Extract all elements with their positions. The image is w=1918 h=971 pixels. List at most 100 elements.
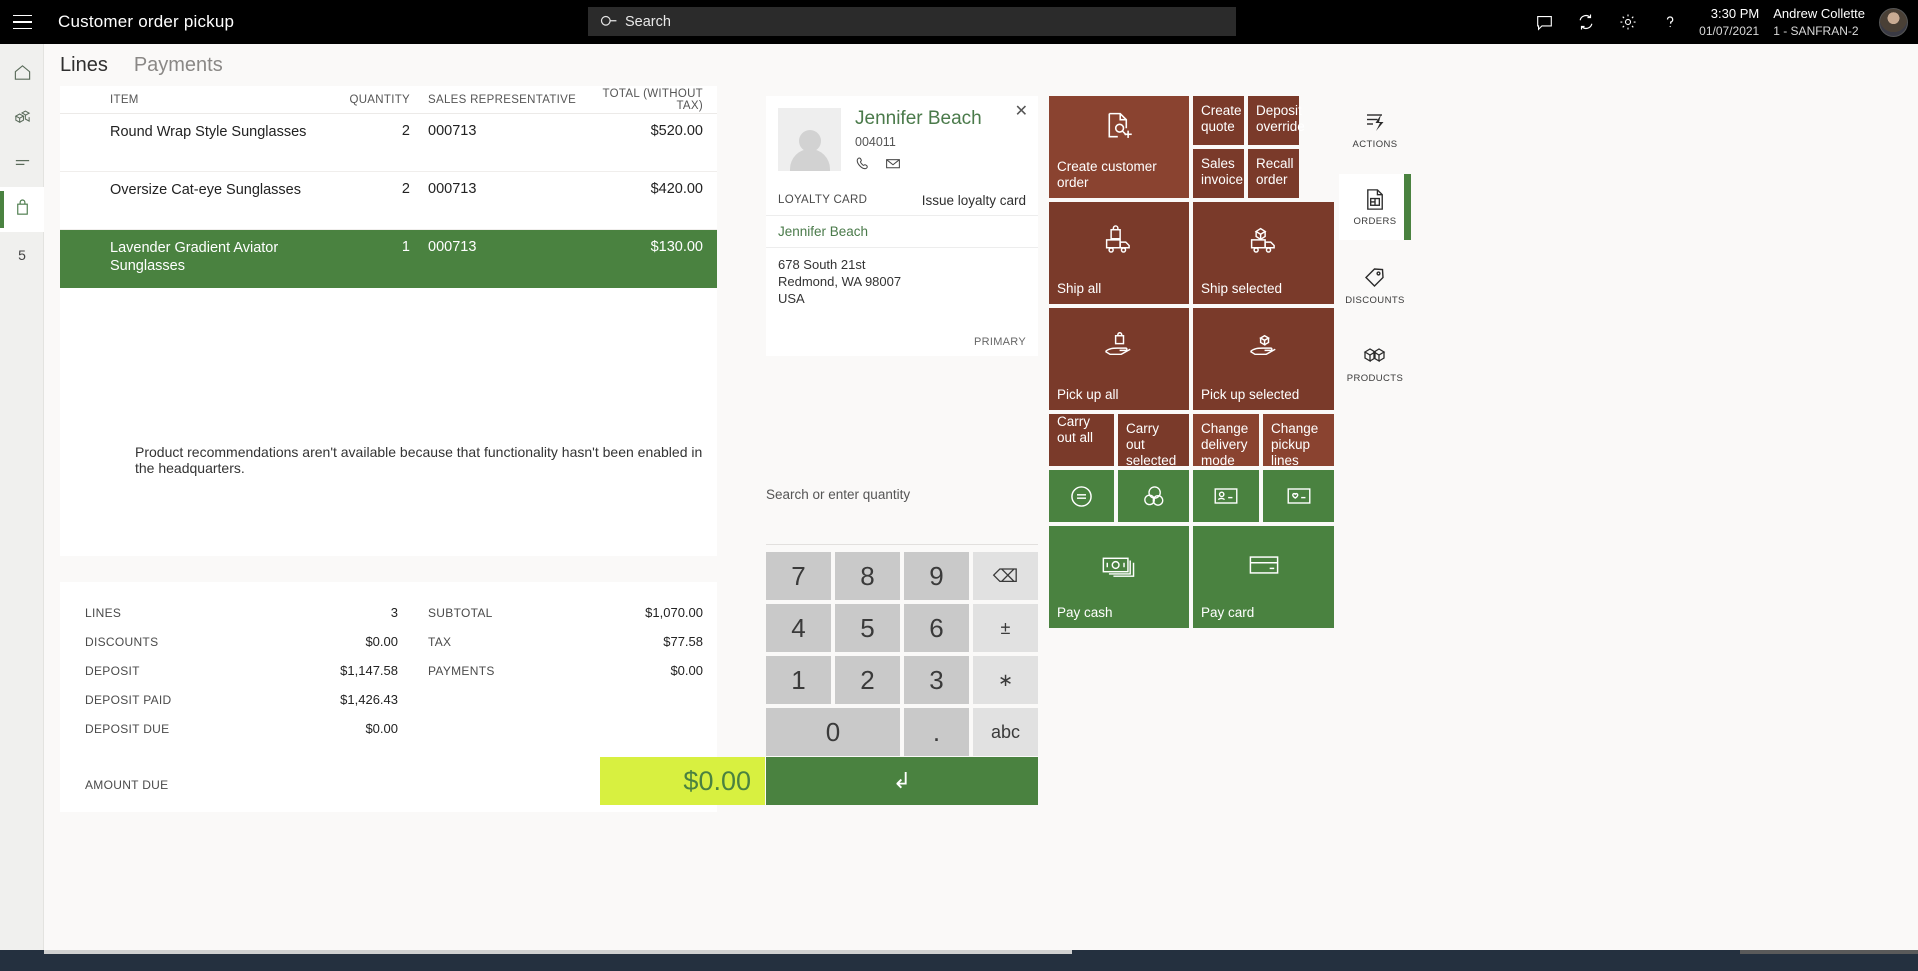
help-icon[interactable] (1649, 0, 1691, 44)
totals-label-payments: PAYMENTS (428, 663, 495, 678)
rail-item-orders[interactable]: ORDERS (1339, 174, 1411, 240)
totals-value-lines: 3 (390, 605, 398, 620)
avatar[interactable] (1879, 7, 1908, 37)
rail-label: ACTIONS (1352, 138, 1398, 150)
tile-label: Carry out selected (1126, 421, 1177, 469)
ship-selected-tile[interactable]: Ship selected (1193, 202, 1334, 304)
key-6[interactable]: 6 (904, 604, 969, 652)
tab-bar: Lines Payments (60, 54, 223, 79)
amount-due-label: AMOUNT DUE (85, 778, 169, 792)
rail-item-discounts[interactable]: DISCOUNTS (1339, 252, 1411, 318)
sidebar-item-count[interactable]: 5 (0, 232, 44, 277)
price-override-tile[interactable] (1118, 470, 1189, 522)
totals-label-discounts: DISCOUNTS (85, 634, 159, 649)
sidebar-item-transactions[interactable] (0, 142, 44, 187)
clock-block: 3:30 PM 01/07/2021 (1699, 5, 1759, 39)
key-9[interactable]: 9 (904, 552, 969, 600)
key-7[interactable]: 7 (766, 552, 831, 600)
table-row[interactable]: Round Wrap Style Sunglasses 2 000713 $52… (60, 114, 717, 172)
tab-payments[interactable]: Payments (134, 54, 223, 79)
void-line-tile[interactable] (1049, 470, 1114, 522)
change-pickup-lines-tile[interactable]: Change pickup lines (1263, 414, 1334, 468)
abc-key[interactable]: abc (973, 708, 1038, 756)
main-content: Lines Payments ITEM QUANTITY SALES REPRE… (44, 44, 1918, 950)
ship-all-tile[interactable]: Ship all (1049, 202, 1189, 304)
key-8[interactable]: 8 (835, 552, 900, 600)
rail-item-products[interactable]: PRODUCTS (1339, 330, 1411, 396)
pick-up-selected-tile[interactable]: Pick up selected (1193, 308, 1334, 410)
sidebar-item-cart[interactable] (0, 187, 44, 232)
sync-icon[interactable] (1565, 0, 1607, 44)
key-1[interactable]: 1 (766, 656, 831, 704)
envelope-icon[interactable] (884, 155, 902, 177)
key-0[interactable]: 0 (766, 708, 900, 756)
sidebar-item-home[interactable] (0, 52, 44, 97)
sales-invoice-tile[interactable]: Sales invoice (1193, 149, 1244, 198)
ship-box-truck-icon (1193, 202, 1334, 281)
totals-label-deposit-paid: DEPOSIT PAID (85, 692, 172, 707)
tile-label: Carry out all (1057, 414, 1094, 446)
loyalty-card-tile[interactable] (1263, 470, 1334, 522)
cell-quantity: 1 (401, 239, 410, 255)
tile-label: Pay cash (1057, 604, 1113, 620)
totals-row: DEPOSIT DUE $0.00 (60, 714, 717, 743)
key-decimal[interactable]: . (904, 708, 969, 756)
tile-label: Pick up all (1057, 386, 1119, 402)
backspace-icon[interactable]: ⌫ (973, 552, 1038, 600)
search-placeholder: Search (625, 13, 671, 30)
close-icon[interactable]: ✕ (1015, 104, 1028, 120)
plus-minus-key[interactable]: ± (973, 604, 1038, 652)
scrollbar-track-horizontal[interactable] (44, 950, 1072, 954)
user-block[interactable]: Andrew Collette 1 - SANFRAN-2 (1773, 5, 1865, 39)
column-header-total: TOTAL (WITHOUT TAX) (602, 87, 703, 112)
key-4[interactable]: 4 (766, 604, 831, 652)
deposit-override-tile[interactable]: Deposit override (1248, 96, 1305, 145)
pick-up-all-tile[interactable]: Pick up all (1049, 308, 1189, 410)
pay-cash-tile[interactable]: Pay cash (1049, 526, 1189, 628)
tile-label: Change pickup lines (1271, 421, 1319, 469)
recall-order-tile[interactable]: Recall order (1248, 149, 1299, 198)
bag-icon (13, 198, 32, 222)
equals-circle-icon (1049, 470, 1114, 522)
issue-loyalty-card-button[interactable]: Issue loyalty card (922, 193, 1026, 208)
customer-card: Jennifer Beach 004011 ✕ LOYALTY CARD Iss… (766, 96, 1038, 356)
tab-lines[interactable]: Lines (60, 54, 108, 79)
tile-label: Ship selected (1201, 280, 1283, 296)
numeric-keypad: 7 8 9 ⌫ 4 5 6 ± 1 2 3 ∗ 0 . abc (766, 552, 1038, 756)
cell-total: $130.00 (650, 239, 703, 255)
create-customer-order-tile[interactable]: Create customer order (1049, 96, 1189, 198)
key-3[interactable]: 3 (904, 656, 969, 704)
sidebar-count-badge: 5 (18, 246, 26, 263)
credit-card-icon (1193, 526, 1334, 605)
change-delivery-mode-tile[interactable]: Change delivery mode (1193, 414, 1259, 468)
rail-item-actions[interactable]: ACTIONS (1339, 96, 1411, 162)
enter-button[interactable]: ↲ (766, 757, 1038, 805)
key-2[interactable]: 2 (835, 656, 900, 704)
totals-label-subtotal: SUBTOTAL (428, 605, 493, 620)
carry-out-all-tile[interactable]: Carry out all (1049, 414, 1114, 466)
search-input[interactable]: Search (588, 7, 1236, 36)
scrollbar-thumb-right[interactable] (1740, 950, 1918, 954)
key-5[interactable]: 5 (835, 604, 900, 652)
quantity-input[interactable]: Search or enter quantity (766, 487, 1038, 502)
sidebar-item-products[interactable] (0, 97, 44, 142)
products-boxes-icon (1362, 343, 1388, 369)
create-quote-tile[interactable]: Create quote (1193, 96, 1244, 145)
phone-icon[interactable] (855, 155, 872, 177)
totals-label-tax: TAX (428, 634, 452, 649)
pay-card-tile[interactable]: Pay card (1193, 526, 1334, 628)
table-row[interactable]: Lavender Gradient Aviator Sunglasses 1 0… (60, 230, 717, 288)
tile-label: Pay card (1201, 604, 1255, 620)
address-name: Jennifer Beach (766, 216, 1038, 248)
products-icon (13, 108, 32, 132)
table-row[interactable]: Oversize Cat-eye Sunglasses 2 000713 $42… (60, 172, 717, 230)
multiply-key[interactable]: ∗ (973, 656, 1038, 704)
hamburger-icon[interactable] (0, 0, 44, 44)
customer-card-tile[interactable] (1193, 470, 1259, 522)
feedback-icon[interactable] (1523, 0, 1565, 44)
coins-icon (1118, 470, 1189, 522)
totals-row: DEPOSIT $1,147.58 PAYMENTS $0.00 (60, 656, 717, 685)
gear-icon[interactable] (1607, 0, 1649, 44)
carry-out-selected-tile[interactable]: Carry out selected (1118, 414, 1189, 468)
create-customer-order-icon (1049, 96, 1189, 159)
